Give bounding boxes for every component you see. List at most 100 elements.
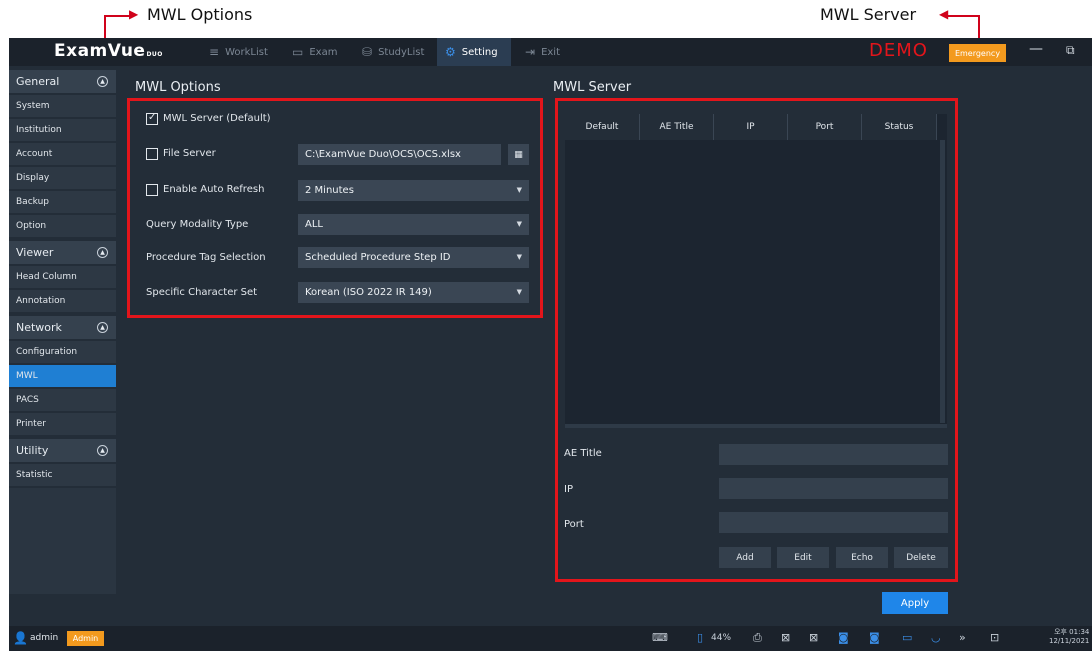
demo-label: DEMO: [869, 40, 928, 61]
mwl-server-default-checkbox[interactable]: [146, 112, 158, 125]
sidebar-item-display[interactable]: Display: [9, 167, 116, 189]
user-icon: 👤: [13, 631, 28, 645]
col-ae-title[interactable]: AE Title: [640, 114, 714, 140]
nav-exam[interactable]: ▭ Exam: [284, 38, 345, 66]
emergency-button[interactable]: Emergency: [949, 44, 1006, 62]
chevron-down-icon: ▼: [516, 220, 522, 228]
echo-button[interactable]: Echo: [836, 547, 888, 568]
auto-refresh-select[interactable]: 2 Minutes ▼: [298, 180, 529, 201]
table-scrollbar[interactable]: [940, 140, 945, 423]
chevron-down-icon: ▼: [516, 253, 522, 261]
sidebar-item-account[interactable]: Account: [9, 143, 116, 165]
collapse-icon[interactable]: ▲: [97, 76, 108, 87]
section-general[interactable]: General ▲: [9, 70, 116, 93]
callout-mwl-server: MWL Server: [820, 5, 917, 24]
battery-icon: ▭: [902, 631, 913, 644]
sidebar-item-printer[interactable]: Printer: [9, 413, 116, 435]
sidebar-item-pacs[interactable]: PACS: [9, 389, 116, 411]
section-viewer[interactable]: Viewer ▲: [9, 241, 116, 264]
query-modality-value: ALL: [305, 219, 323, 230]
apply-button[interactable]: Apply: [882, 592, 948, 614]
callout-arrow-left: [104, 15, 132, 17]
printer-icon[interactable]: ⎙: [753, 631, 762, 645]
sidebar-item-statistic[interactable]: Statistic: [9, 464, 116, 486]
notification-icon[interactable]: ⊡: [990, 631, 999, 644]
chevron-down-icon: ▼: [516, 186, 522, 194]
clock-date: 12/11/2021: [1049, 637, 1090, 645]
collapse-icon[interactable]: ▲: [97, 247, 108, 258]
table-header: Default AE Title IP Port Status: [565, 114, 937, 140]
sidebar-item-mwl[interactable]: MWL: [9, 365, 116, 387]
clock-time: 오후 01:34: [1054, 628, 1090, 636]
edit-button[interactable]: Edit: [777, 547, 829, 568]
clock: 오후 01:34 12/11/2021: [1049, 628, 1089, 646]
app-window: ExamVueDUO ≡ WorkList ▭ Exam ⛁ StudyList…: [9, 38, 1092, 651]
battery-percent: 44%: [711, 633, 732, 643]
sidebar-item-annotation[interactable]: Annotation: [9, 290, 116, 312]
query-modality-label: Query Modality Type: [146, 219, 249, 230]
nav-exit-label: Exit: [541, 46, 560, 58]
device-disconnected-icon: ⊠: [781, 631, 791, 644]
col-port[interactable]: Port: [788, 114, 862, 140]
procedure-tag-select[interactable]: Scheduled Procedure Step ID ▼: [298, 247, 529, 268]
arrow-left-icon: ◀: [939, 7, 949, 21]
section-viewer-title: Viewer: [16, 246, 54, 259]
port-input[interactable]: [719, 512, 948, 533]
mwl-server-default-label: MWL Server (Default): [163, 113, 271, 124]
ip-input[interactable]: [719, 478, 948, 499]
browse-grid-icon[interactable]: ▦: [508, 144, 529, 165]
nav-studylist[interactable]: ⛁ StudyList: [354, 38, 432, 66]
device-connected-icon: ◙: [869, 631, 880, 644]
port-label: Port: [564, 519, 584, 530]
mwl-options-title: MWL Options: [135, 80, 221, 95]
auto-refresh-checkbox[interactable]: [146, 184, 158, 196]
device-connected-icon: ◙: [838, 631, 849, 644]
query-modality-select[interactable]: ALL ▼: [298, 214, 529, 235]
sidebar-item-system[interactable]: System: [9, 95, 116, 117]
nav-exit[interactable]: ⇥ Exit: [517, 38, 568, 66]
ae-title-input[interactable]: [719, 444, 948, 465]
role-badge: Admin: [67, 631, 104, 646]
charset-select[interactable]: Korean (ISO 2022 IR 149) ▼: [298, 282, 529, 303]
col-ip[interactable]: IP: [714, 114, 788, 140]
section-general-title: General: [16, 75, 60, 88]
callout-arrow-right: [948, 15, 980, 17]
monitor-icon: ▭: [292, 45, 304, 59]
collapse-icon[interactable]: ▲: [97, 322, 108, 333]
sidebar-item-backup[interactable]: Backup: [9, 191, 116, 213]
charset-label: Specific Character Set: [146, 287, 258, 298]
nav-worklist[interactable]: ≡ WorkList: [201, 38, 276, 66]
mwl-server-table[interactable]: Default AE Title IP Port Status: [565, 114, 947, 428]
collapse-icon[interactable]: ▲: [97, 445, 108, 456]
nav-studylist-label: StudyList: [378, 46, 425, 58]
wifi-icon: ◡: [931, 631, 941, 644]
sidebar-item-configuration[interactable]: Configuration: [9, 341, 116, 363]
sidebar-item-head-column[interactable]: Head Column: [9, 266, 116, 288]
section-utility[interactable]: Utility ▲: [9, 439, 116, 462]
charset-value: Korean (ISO 2022 IR 149): [305, 287, 432, 298]
minimize-icon[interactable]: —: [1029, 41, 1043, 57]
file-server-checkbox[interactable]: [146, 148, 158, 160]
user-name: admin: [30, 633, 59, 643]
file-server-path-input[interactable]: C:\ExamVue Duo\OCS\OCS.xlsx: [298, 144, 501, 165]
section-network[interactable]: Network ▲: [9, 316, 116, 339]
auto-refresh-label: Enable Auto Refresh: [163, 184, 265, 195]
sidebar-filler: [9, 488, 116, 594]
arrow-right-icon: ▶: [129, 7, 139, 21]
file-server-label: File Server: [163, 148, 216, 159]
nav-setting[interactable]: ⚙ Setting: [437, 38, 511, 66]
delete-button[interactable]: Delete: [894, 547, 948, 568]
nav-exam-label: Exam: [309, 46, 338, 58]
callout-mwl-options: MWL Options: [147, 5, 253, 24]
forward-icon[interactable]: »: [959, 631, 966, 644]
col-default[interactable]: Default: [565, 114, 640, 140]
add-button[interactable]: Add: [719, 547, 771, 568]
keyboard-icon[interactable]: ⌨: [652, 631, 668, 644]
exit-icon: ⇥: [525, 45, 536, 59]
col-status[interactable]: Status: [862, 114, 937, 140]
sidebar-item-option[interactable]: Option: [9, 215, 116, 237]
procedure-tag-value: Scheduled Procedure Step ID: [305, 252, 451, 263]
procedure-tag-label: Procedure Tag Selection: [146, 252, 266, 263]
sidebar-item-institution[interactable]: Institution: [9, 119, 116, 141]
restore-icon[interactable]: ⧉: [1066, 43, 1075, 58]
